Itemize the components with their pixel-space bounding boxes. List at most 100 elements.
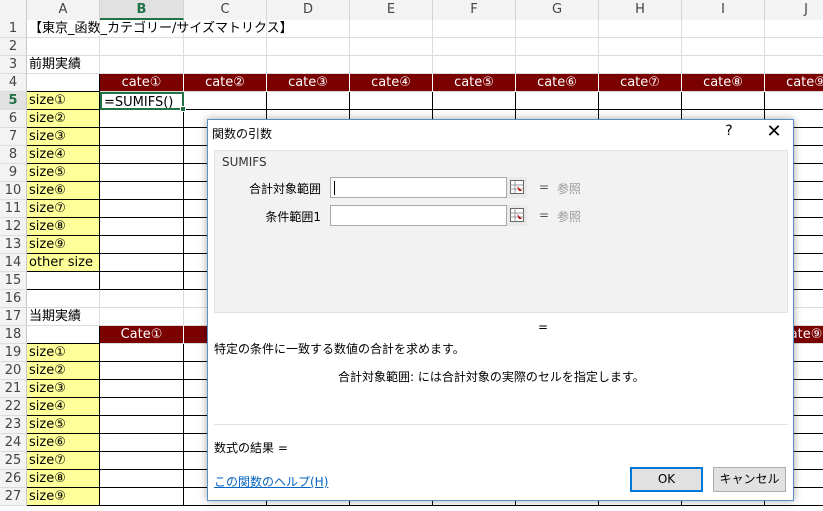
cell[interactable] [682,38,765,56]
category-header[interactable]: cate⑤ [433,74,516,92]
row-number[interactable]: 22 [0,398,27,416]
sum-range-input[interactable] [330,177,527,198]
row-number[interactable]: 8 [0,146,27,164]
cell[interactable] [765,20,823,38]
cell[interactable] [100,380,184,398]
fill-handle[interactable] [180,106,186,112]
size-label[interactable]: size⑤ [27,416,100,434]
size-label[interactable]: size⑥ [27,434,100,452]
category-header[interactable]: cate⑧ [682,74,765,92]
cell[interactable] [433,20,516,38]
column-header[interactable]: D [267,0,350,20]
cell[interactable] [100,56,184,74]
cell[interactable] [267,38,350,56]
active-cell[interactable]: =SUMIFS() [100,92,184,110]
cell[interactable] [682,92,765,110]
cell[interactable] [350,56,433,74]
category-header[interactable]: cate③ [267,74,350,92]
row-number[interactable]: 19 [0,344,27,362]
cell[interactable] [433,38,516,56]
size-label[interactable]: size⑥ [27,182,100,200]
column-header[interactable]: H [599,0,682,20]
range-select-button[interactable] [506,177,527,198]
size-label[interactable]: size① [27,92,100,110]
select-all-corner[interactable] [0,0,27,20]
size-label[interactable]: size③ [27,128,100,146]
row-number[interactable]: 24 [0,434,27,452]
title-cell[interactable]: 【東京_函数_カテゴリー/サイズマトリクス】 [27,20,293,38]
size-label[interactable]: size⑦ [27,452,100,470]
row-number[interactable]: 4 [0,74,27,92]
cell[interactable] [433,56,516,74]
cell[interactable] [100,146,184,164]
cell[interactable] [27,290,100,308]
function-help-link[interactable]: この関数のヘルプ(H) [214,473,328,490]
size-label[interactable]: size⑨ [27,236,100,254]
row-number[interactable]: 11 [0,200,27,218]
row-number[interactable]: 15 [0,272,27,290]
cell[interactable] [100,38,184,56]
category-header[interactable]: cate④ [350,74,433,92]
column-header[interactable]: F [433,0,516,20]
column-header[interactable]: B [100,0,184,20]
size-label[interactable]: other size [27,254,100,272]
category-header[interactable]: cate⑨ [765,74,823,92]
cell[interactable] [27,326,100,344]
ok-button[interactable]: OK [630,467,703,492]
cell[interactable] [516,56,599,74]
cell[interactable] [100,290,184,308]
size-label[interactable]: size⑧ [27,218,100,236]
cell[interactable] [682,56,765,74]
cell[interactable] [100,110,184,128]
row-number[interactable]: 10 [0,182,27,200]
row-number[interactable]: 13 [0,236,27,254]
cell[interactable] [100,218,184,236]
cell[interactable] [682,20,765,38]
cell[interactable] [100,128,184,146]
cell[interactable] [184,38,267,56]
size-label[interactable]: size⑧ [27,470,100,488]
cancel-button[interactable]: キャンセル [713,467,786,492]
help-button[interactable]: ? [721,123,737,139]
cell[interactable] [516,20,599,38]
row-number[interactable]: 25 [0,452,27,470]
size-label[interactable]: size② [27,362,100,380]
cell[interactable] [100,398,184,416]
cell[interactable] [100,344,184,362]
size-label[interactable]: size⑦ [27,200,100,218]
cell[interactable] [100,470,184,488]
cell[interactable] [100,200,184,218]
row-number[interactable]: 1 [0,20,27,38]
cell[interactable] [516,38,599,56]
cell[interactable] [267,56,350,74]
column-header[interactable]: J [765,0,823,20]
row-number[interactable]: 18 [0,326,27,344]
size-label[interactable]: size① [27,344,100,362]
row-number[interactable]: 14 [0,254,27,272]
cell[interactable] [27,38,100,56]
cell[interactable] [27,272,100,290]
cell[interactable] [350,20,433,38]
category-header[interactable]: cate② [184,74,267,92]
cell[interactable] [184,92,267,110]
cell[interactable] [100,236,184,254]
cell[interactable] [599,92,682,110]
cell[interactable] [27,74,100,92]
column-header[interactable]: G [516,0,599,20]
cell[interactable] [516,92,599,110]
cell[interactable] [350,38,433,56]
range-select-button[interactable] [506,205,527,226]
cell[interactable] [100,434,184,452]
category-header[interactable]: cate⑦ [599,74,682,92]
row-number[interactable]: 2 [0,38,27,56]
category-header[interactable]: cate① [100,74,184,92]
section-label[interactable]: 当期実績 [27,308,100,326]
size-label[interactable]: size⑤ [27,164,100,182]
cell[interactable] [433,92,516,110]
row-number[interactable]: 3 [0,56,27,74]
cell[interactable] [100,488,184,506]
cell[interactable] [350,92,433,110]
row-number[interactable]: 9 [0,164,27,182]
column-header[interactable]: A [27,0,100,20]
category-header[interactable]: cate⑥ [516,74,599,92]
